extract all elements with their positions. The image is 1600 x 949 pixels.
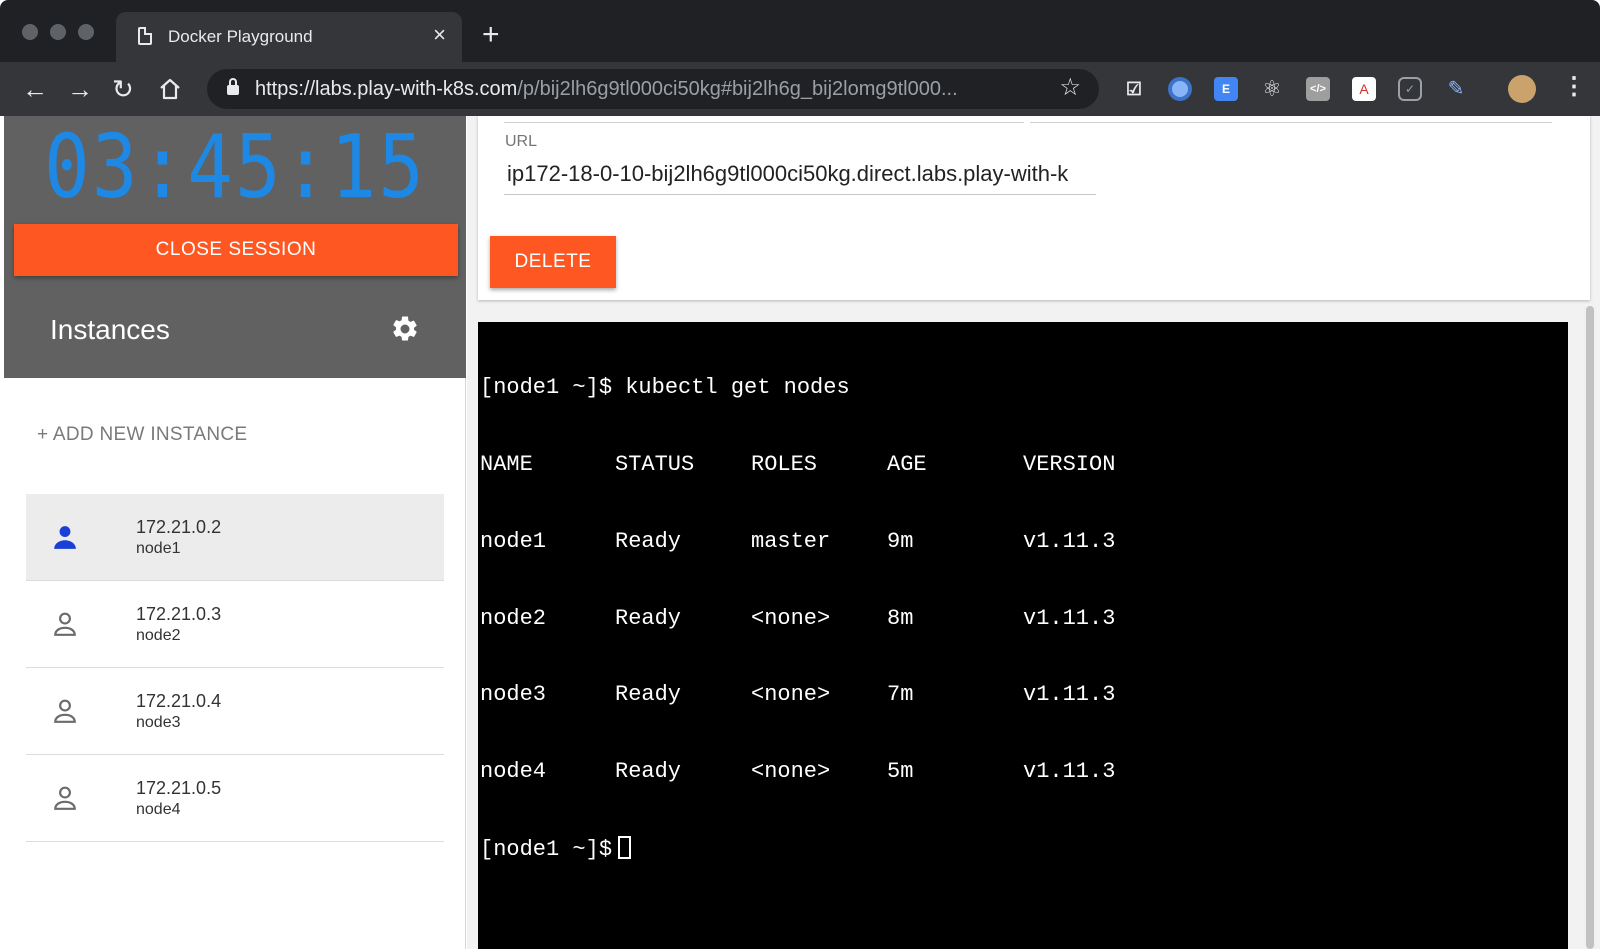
url-field[interactable]: ip172-18-0-10-bij2lh6g9tl000ci50kg.direc…: [504, 158, 1096, 195]
session-panel: 03:45:15 CLOSE SESSION Instances: [4, 115, 466, 378]
page-scrollbar[interactable]: [1584, 306, 1596, 949]
add-new-instance-button[interactable]: + ADD NEW INSTANCE: [37, 424, 247, 446]
terminal-prompt-line: [node1 ~]$: [480, 835, 1568, 862]
instance-list: 172.21.0.2 node1 172.21.0.3 node2 172.21…: [26, 494, 444, 842]
terminal[interactable]: [node1 ~]$ kubectl get nodes NAME STATUS…: [478, 322, 1568, 949]
react-devtools-icon[interactable]: ⚛: [1260, 77, 1284, 101]
instance-name: node1: [136, 540, 181, 557]
pdf-icon[interactable]: A: [1352, 77, 1376, 101]
pen-icon[interactable]: ✎: [1444, 77, 1468, 101]
bookmark-star-icon[interactable]: ☆: [1059, 73, 1081, 102]
forward-arrow-icon[interactable]: →: [67, 72, 93, 106]
instance-item-node2[interactable]: 172.21.0.3 node2: [26, 581, 444, 668]
browser-tab-strip: Docker Playground × +: [0, 0, 1600, 62]
pocket-icon[interactable]: ✓: [1398, 77, 1422, 101]
back-arrow-icon[interactable]: ←: [22, 72, 48, 106]
instances-title: Instances: [50, 314, 170, 345]
instance-details-card: URL ip172-18-0-10-bij2lh6g9tl000ci50kg.d…: [478, 116, 1590, 300]
mail-check-icon[interactable]: ☑: [1122, 77, 1146, 101]
browser-tab[interactable]: Docker Playground ×: [116, 12, 462, 62]
main-panel: URL ip172-18-0-10-bij2lh6g9tl000ci50kg.d…: [467, 116, 1600, 949]
url-label: URL: [505, 133, 538, 150]
window-zoom-dot[interactable]: [78, 24, 94, 40]
instance-ip: 172.21.0.4: [136, 691, 222, 711]
browser-menu-icon[interactable]: ⋮: [1562, 72, 1586, 101]
window-close-dot[interactable]: [22, 24, 38, 40]
reload-icon[interactable]: ↻: [112, 72, 134, 106]
instance-item-node1[interactable]: 172.21.0.2 node1: [26, 494, 444, 581]
tab-title: Docker Playground: [168, 27, 313, 46]
instance-name: node4: [136, 801, 181, 818]
sidebar: 03:45:15 CLOSE SESSION Instances + ADD N…: [4, 115, 466, 949]
user-outline-icon: [54, 612, 76, 636]
instance-name: node3: [136, 714, 181, 731]
user-outline-icon: [54, 786, 76, 810]
terminal-table-row: node3 Ready <none> 7m v1.11.3: [480, 682, 1116, 708]
terminal-table-row: node4 Ready <none> 5m v1.11.3: [480, 759, 1116, 785]
translate-icon[interactable]: E: [1214, 77, 1238, 101]
new-tab-button[interactable]: +: [482, 18, 500, 52]
terminal-cursor: [618, 835, 632, 859]
instance-item-node4[interactable]: 172.21.0.5 node4: [26, 755, 444, 842]
gear-icon[interactable]: [390, 314, 420, 344]
code-icon[interactable]: </>: [1306, 77, 1330, 101]
user-icon: [54, 526, 76, 549]
circle-extension-icon[interactable]: [1168, 77, 1192, 101]
address-bar[interactable]: https://labs.play-with-k8s.com/p/bij2lh6…: [207, 69, 1099, 109]
home-icon[interactable]: [158, 77, 182, 101]
terminal-prompt: [node1 ~]$: [480, 836, 613, 862]
field-underline: [1030, 122, 1552, 123]
instance-ip: 172.21.0.5: [136, 778, 222, 798]
instance-ip: 172.21.0.3: [136, 604, 222, 624]
close-session-button[interactable]: CLOSE SESSION: [14, 224, 458, 276]
user-outline-icon: [54, 699, 76, 723]
tab-close-icon[interactable]: ×: [433, 22, 446, 48]
field-underline: [504, 122, 1024, 123]
profile-avatar-icon[interactable]: [1508, 75, 1536, 103]
terminal-table-row: node1 Ready master 9m v1.11.3: [480, 528, 1116, 554]
delete-button[interactable]: DELETE: [490, 236, 616, 288]
instance-item-node3[interactable]: 172.21.0.4 node3: [26, 668, 444, 755]
lock-icon[interactable]: [227, 78, 239, 95]
window-minimize-dot[interactable]: [50, 24, 66, 40]
terminal-table-row: node2 Ready <none> 8m v1.11.3: [480, 605, 1116, 631]
browser-toolbar: ← → ↻ https://labs.play-with-k8s.com/p/b…: [0, 62, 1600, 116]
address-url[interactable]: https://labs.play-with-k8s.com/p/bij2lh6…: [255, 78, 958, 101]
instance-ip: 172.21.0.2: [136, 517, 222, 537]
terminal-line: [node1 ~]$ kubectl get nodes: [480, 375, 850, 401]
instance-name: node2: [136, 627, 181, 644]
document-icon: [138, 27, 152, 45]
terminal-table-header: NAME STATUS ROLES AGE VERSION: [480, 451, 1116, 477]
session-timer: 03:45:15: [43, 115, 427, 218]
scrollbar-thumb[interactable]: [1586, 306, 1594, 949]
